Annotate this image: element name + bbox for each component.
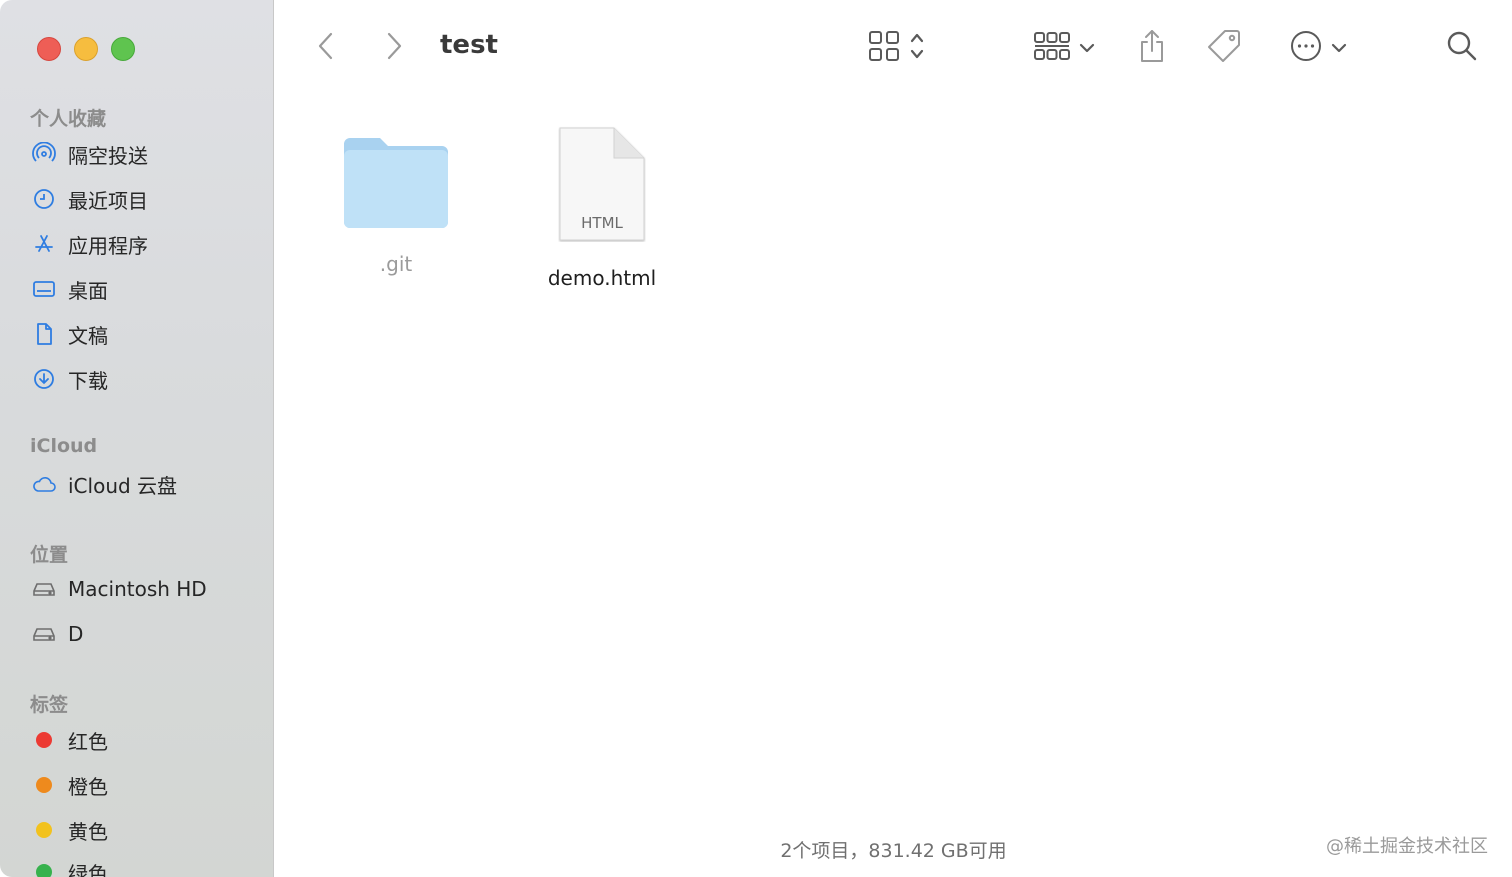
file-item-git-folder[interactable]: .git (330, 128, 462, 276)
document-icon (30, 320, 58, 348)
search-icon (1446, 30, 1478, 66)
sidebar-item-label: 应用程序 (68, 233, 148, 258)
file-name: demo.html (547, 266, 657, 290)
minimize-button[interactable] (74, 37, 98, 61)
sidebar-item-label: 下载 (68, 368, 108, 393)
chevron-updown-icon (909, 31, 925, 65)
green-tag-icon (36, 864, 52, 877)
sidebar-item-applications[interactable]: 应用程序 (30, 226, 148, 262)
search-button[interactable] (1440, 24, 1484, 72)
view-mode-button[interactable] (858, 24, 934, 72)
desktop-icon (30, 275, 58, 303)
file-name: .git (379, 252, 413, 276)
ellipsis-circle-icon (1289, 29, 1323, 67)
sidebar-item-label: 绿色 (68, 861, 108, 877)
sidebar-item-icloud-drive[interactable]: iCloud 云盘 (30, 466, 177, 502)
more-actions-button[interactable] (1280, 24, 1356, 72)
finder-window: 个人收藏 隔空投送 最近项目 应用程序 桌面 文稿 下载 iCloud iClo… (0, 0, 1512, 877)
icon-view-icon (867, 29, 901, 67)
tags-section-title: 标签 (30, 694, 69, 716)
sidebar-item-tag-yellow[interactable]: 黄色 (30, 812, 108, 848)
sidebar-item-label: 桌面 (68, 278, 108, 303)
sidebar-item-macintosh-hd[interactable]: Macintosh HD (30, 571, 207, 607)
sidebar-item-label: iCloud 云盘 (68, 473, 178, 498)
watermark: @稀土掘金技术社区 (1326, 836, 1488, 857)
sidebar-item-label: Macintosh HD (68, 577, 207, 601)
applications-icon (30, 230, 58, 258)
sidebar-item-downloads[interactable]: 下载 (30, 361, 108, 397)
drive-icon (30, 620, 58, 648)
chevron-down-icon (1079, 39, 1095, 58)
yellow-tag-icon (36, 822, 52, 838)
sidebar: 个人收藏 隔空投送 最近项目 应用程序 桌面 文稿 下载 iCloud iClo… (0, 0, 274, 877)
sidebar-item-documents[interactable]: 文稿 (30, 316, 108, 352)
sidebar-item-tag-green[interactable]: 绿色 (30, 854, 108, 877)
window-controls (37, 37, 135, 61)
chevron-right-icon (384, 31, 404, 65)
sidebar-item-d[interactable]: D (30, 616, 83, 652)
share-button[interactable] (1132, 24, 1172, 72)
drive-icon (30, 575, 58, 603)
tag-button[interactable] (1202, 24, 1246, 72)
group-grid-icon (1033, 29, 1071, 67)
file-item-demo-html[interactable]: HTML demo.html (536, 126, 668, 290)
zoom-button[interactable] (111, 37, 135, 61)
red-tag-icon (36, 732, 52, 748)
clock-icon (30, 185, 58, 213)
sidebar-item-airdrop[interactable]: 隔空投送 (30, 136, 148, 172)
sidebar-item-desktop[interactable]: 桌面 (30, 271, 108, 307)
sidebar-item-label: 文稿 (68, 323, 108, 348)
locations-section-title: 位置 (30, 544, 69, 566)
icloud-section-title: iCloud (30, 435, 98, 457)
download-icon (30, 365, 58, 393)
sidebar-item-recents[interactable]: 最近项目 (30, 181, 148, 217)
forward-button[interactable] (376, 24, 412, 72)
sidebar-item-label: 红色 (68, 729, 108, 754)
sidebar-item-tag-red[interactable]: 红色 (30, 722, 108, 758)
sidebar-item-label: 最近项目 (68, 188, 148, 213)
sidebar-item-label: 橙色 (68, 774, 108, 799)
airdrop-icon (30, 140, 58, 168)
orange-tag-icon (36, 777, 52, 793)
favorites-section-title: 个人收藏 (30, 108, 107, 130)
window-title: test (440, 30, 498, 60)
chevron-left-icon (316, 31, 336, 65)
cloud-icon (30, 470, 58, 498)
folder-icon (338, 128, 454, 238)
sidebar-item-label: 隔空投送 (68, 143, 148, 168)
share-icon (1137, 28, 1167, 68)
tag-icon (1205, 27, 1243, 69)
chevron-down-icon (1331, 39, 1347, 58)
sidebar-item-label: 黄色 (68, 819, 108, 844)
close-button[interactable] (37, 37, 61, 61)
file-type-badge: HTML (581, 214, 623, 232)
group-button[interactable] (1026, 24, 1102, 72)
sidebar-item-label: D (68, 622, 84, 646)
sidebar-item-tag-orange[interactable]: 橙色 (30, 767, 108, 803)
back-button[interactable] (308, 24, 344, 72)
